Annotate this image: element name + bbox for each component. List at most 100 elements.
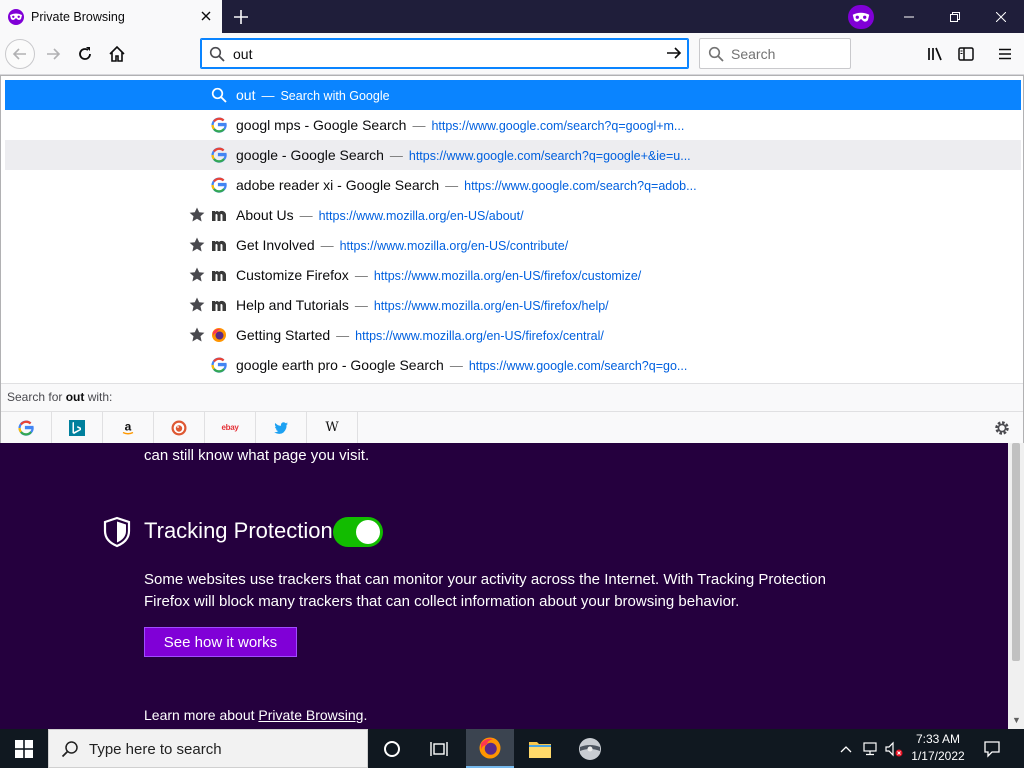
sidebar-toggle-button[interactable] xyxy=(951,39,981,69)
go-arrow-icon[interactable] xyxy=(665,44,683,65)
show-hidden-icons-button[interactable] xyxy=(836,729,856,768)
suggestion-bookmark-item[interactable]: Get Involved — https://www.mozilla.org/en-… xyxy=(5,230,1021,260)
engine-duckduckgo-button[interactable] xyxy=(154,412,205,443)
engine-bing-button[interactable] xyxy=(52,412,103,443)
mozilla-favicon-icon xyxy=(211,207,227,223)
search-icon xyxy=(209,46,225,65)
google-favicon-icon xyxy=(211,147,227,163)
scroll-down-arrow-icon[interactable]: ▼ xyxy=(1012,715,1021,725)
library-button[interactable] xyxy=(920,39,950,69)
library-icon xyxy=(928,47,942,61)
tracking-protection-heading: Tracking Protection xyxy=(144,518,333,543)
disc-app-icon xyxy=(579,737,601,760)
page-scrollbar[interactable]: ▼ xyxy=(1008,443,1024,729)
suggestion-search-with-google[interactable]: out — Search with Google xyxy=(5,80,1021,110)
volume-tray-button[interactable] xyxy=(882,729,906,768)
windows-taskbar: Type here to search 7:33 AM 1/17/2022 xyxy=(0,729,1024,768)
learn-more-suffix: . xyxy=(363,707,368,723)
scrollbar-thumb[interactable] xyxy=(1012,443,1020,661)
search-bar[interactable] xyxy=(699,38,851,69)
address-input[interactable] xyxy=(233,44,653,64)
forward-button[interactable] xyxy=(38,39,68,69)
suggestion-history-item[interactable]: google - Google Search — https://www.googl… xyxy=(5,140,1021,170)
close-tab-icon[interactable] xyxy=(198,8,214,24)
network-icon xyxy=(863,741,877,755)
engine-twitter-button[interactable] xyxy=(256,412,307,443)
task-view-button[interactable] xyxy=(416,729,464,768)
suggestion-url: https://www.mozilla.org/en-US/about/ xyxy=(318,209,524,223)
taskbar-search-box[interactable]: Type here to search xyxy=(48,729,368,768)
new-tab-icon[interactable] xyxy=(230,6,252,28)
private-browsing-link[interactable]: Private Browsing xyxy=(258,707,363,723)
search-settings-gear-icon[interactable] xyxy=(993,419,1011,440)
suggestion-url: https://www.mozilla.org/en-US/firefox/ce… xyxy=(355,329,604,343)
one-off-label-suffix: with: xyxy=(84,390,113,404)
address-bar[interactable] xyxy=(200,38,689,69)
close-window-button[interactable] xyxy=(978,0,1024,33)
suggestion-separator: — xyxy=(261,88,275,103)
suggestion-bookmark-item[interactable]: Customize Firefox — https://www.mozilla.or… xyxy=(5,260,1021,290)
private-browsing-page: can still know what page you visit. Trac… xyxy=(0,443,1008,729)
start-button[interactable] xyxy=(0,729,48,768)
google-icon xyxy=(18,420,34,436)
taskbar-firefox-button[interactable] xyxy=(466,729,514,768)
search-input[interactable] xyxy=(731,46,841,62)
action-center-button[interactable] xyxy=(976,729,1008,768)
shield-icon xyxy=(102,516,132,548)
taskbar-file-explorer-button[interactable] xyxy=(516,729,564,768)
taskbar-clock[interactable]: 7:33 AM 1/17/2022 xyxy=(905,731,971,765)
suggestion-title: google - Google Search xyxy=(236,147,384,163)
twitter-icon xyxy=(274,421,288,434)
engine-ebay-button[interactable]: ebay xyxy=(205,412,256,443)
mozilla-favicon-icon xyxy=(211,237,227,253)
suggestion-title: Customize Firefox xyxy=(236,267,349,283)
suggestion-separator: — xyxy=(354,268,368,283)
bookmark-star-icon xyxy=(188,326,206,344)
bookmark-star-icon xyxy=(188,206,206,224)
taskbar-app-button[interactable] xyxy=(566,729,614,768)
suggestion-bookmark-item[interactable]: About Us — https://www.mozilla.org/en-US/a… xyxy=(5,200,1021,230)
network-tray-button[interactable] xyxy=(858,729,882,768)
folder-icon xyxy=(529,741,551,758)
back-arrow-icon xyxy=(12,48,26,60)
reload-button[interactable] xyxy=(70,39,100,69)
suggestion-url: https://www.mozilla.org/en-US/firefox/cu… xyxy=(373,269,642,283)
suggestion-history-item[interactable]: googl mps - Google Search — https://www.go… xyxy=(5,110,1021,140)
engine-google-button[interactable] xyxy=(1,412,52,443)
suggestion-url: https://www.google.com/search?q=google+&… xyxy=(408,149,691,163)
one-off-search-engines: a ebay W xyxy=(1,411,1023,443)
google-favicon-icon xyxy=(211,117,227,133)
windows-logo-icon xyxy=(15,739,33,758)
engine-amazon-button[interactable]: a xyxy=(103,412,154,443)
search-icon xyxy=(61,740,79,762)
one-off-search-label: Search for out with: xyxy=(1,383,1023,411)
suggestion-history-item[interactable]: google earth pro - Google Search — https:/… xyxy=(5,350,1021,380)
tab-private-browsing[interactable]: Private Browsing xyxy=(0,0,222,33)
taskbar-search-placeholder: Type here to search xyxy=(89,741,222,758)
cortana-button[interactable] xyxy=(368,729,416,768)
suggestion-action: Search with Google xyxy=(280,89,390,103)
open-menu-button[interactable] xyxy=(990,39,1020,69)
suggestion-bookmark-item[interactable]: Help and Tutorials — https://www.mozilla.o… xyxy=(5,290,1021,320)
suggestion-separator: — xyxy=(449,358,463,373)
restore-window-button[interactable] xyxy=(932,0,978,33)
mozilla-favicon-icon xyxy=(211,267,227,283)
minimize-window-button[interactable] xyxy=(886,0,932,33)
suggestion-separator: — xyxy=(299,208,313,223)
notification-icon xyxy=(984,740,1000,758)
google-favicon-icon xyxy=(211,357,227,373)
private-browsing-mask-icon xyxy=(8,8,24,25)
engine-wikipedia-button[interactable]: W xyxy=(307,412,358,443)
suggestion-title: Help and Tutorials xyxy=(236,297,349,313)
home-button[interactable] xyxy=(102,39,132,69)
back-button[interactable] xyxy=(5,39,35,69)
suggestion-title: google earth pro - Google Search xyxy=(236,357,444,373)
bookmark-star-icon xyxy=(188,296,206,314)
see-how-it-works-button[interactable]: See how it works xyxy=(144,627,297,657)
suggestion-history-item[interactable]: adobe reader xi - Google Search — https://… xyxy=(5,170,1021,200)
toggle-knob xyxy=(356,520,380,544)
suggestion-separator: — xyxy=(320,238,334,253)
suggestion-title: About Us xyxy=(236,207,294,223)
suggestion-bookmark-item[interactable]: Getting Started — https://www.mozilla.org/… xyxy=(5,320,1021,350)
tracking-protection-toggle[interactable] xyxy=(333,517,383,547)
